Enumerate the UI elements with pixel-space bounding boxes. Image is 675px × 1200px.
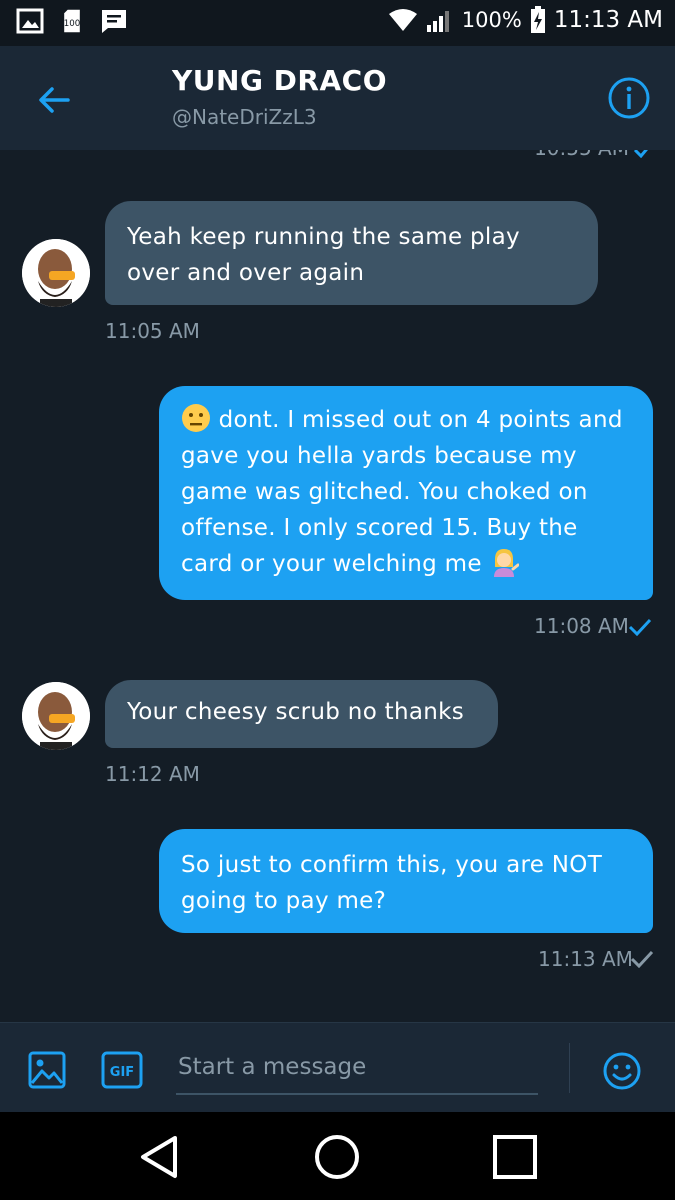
read-check-icon: [628, 618, 652, 636]
status-time: 11:13 AM: [553, 7, 663, 33]
back-triangle-icon[interactable]: [135, 1132, 185, 1182]
system-navigation-bar: [0, 1112, 675, 1200]
read-check-icon: [633, 150, 648, 158]
message-text: Yeah keep running the same play over and…: [127, 224, 520, 286]
message-text: dont. I missed out on 4 points and gave …: [181, 407, 623, 577]
storage-100-icon: 100: [64, 9, 81, 33]
contact-name: YUNG DRACO: [172, 64, 387, 97]
recents-square-icon[interactable]: [490, 1132, 540, 1182]
sent-check-icon: [630, 950, 654, 968]
message-icon: [102, 10, 126, 33]
avatar[interactable]: [22, 239, 90, 307]
message-timestamp: 11:08 AM: [534, 614, 629, 638]
signal-icon: [426, 11, 449, 32]
conversation-title-block[interactable]: YUNG DRACO @NateDriZzL3: [172, 64, 387, 129]
message-text: Your cheesy scrub no thanks: [127, 699, 465, 725]
status-bar: 100 100% 11:13 AM: [0, 0, 675, 46]
svg-text:100: 100: [64, 19, 81, 29]
battery-charging-icon: [530, 6, 545, 33]
message-timestamp: 11:13 AM: [538, 947, 633, 971]
message-input[interactable]: [176, 1041, 538, 1095]
svg-text:GIF: GIF: [110, 1065, 134, 1080]
avatar-face-icon: [22, 682, 90, 750]
wifi-icon: [388, 9, 417, 31]
incoming-message-bubble[interactable]: Your cheesy scrub no thanks: [105, 680, 498, 748]
message-list[interactable]: 10:55 AM Yeah keep running the same play…: [0, 150, 675, 1022]
arrow-left-icon[interactable]: [30, 76, 78, 124]
add-photo-icon[interactable]: [28, 1051, 66, 1089]
image-icon: [16, 8, 44, 34]
message-timestamp: 11:12 AM: [105, 762, 200, 786]
battery-percent: 100%: [461, 8, 522, 32]
info-icon[interactable]: [605, 74, 653, 122]
outgoing-message-bubble[interactable]: So just to confirm this, you are NOT goi…: [159, 829, 653, 933]
avatar[interactable]: [22, 682, 90, 750]
gif-icon: GIF: [101, 1051, 143, 1089]
conversation-header: YUNG DRACO @NateDriZzL3: [0, 46, 675, 150]
woman-tipping-hand-icon: [494, 549, 520, 577]
avatar-face-icon: [22, 239, 90, 307]
contact-handle: @NateDriZzL3: [172, 105, 317, 129]
message-timestamp: 10:55 AM: [534, 150, 629, 160]
neutral-face-icon: [182, 404, 210, 432]
home-circle-icon[interactable]: [312, 1132, 362, 1182]
composer-divider: [569, 1043, 570, 1093]
message-composer: GIF: [0, 1022, 675, 1112]
gif-button[interactable]: GIF: [101, 1051, 143, 1089]
message-timestamp: 11:05 AM: [105, 319, 200, 343]
message-text: So just to confirm this, you are NOT goi…: [181, 852, 603, 914]
emoji-picker-icon[interactable]: [602, 1051, 642, 1091]
incoming-message-bubble[interactable]: Yeah keep running the same play over and…: [105, 201, 598, 305]
outgoing-message-bubble[interactable]: dont. I missed out on 4 points and gave …: [159, 386, 653, 600]
